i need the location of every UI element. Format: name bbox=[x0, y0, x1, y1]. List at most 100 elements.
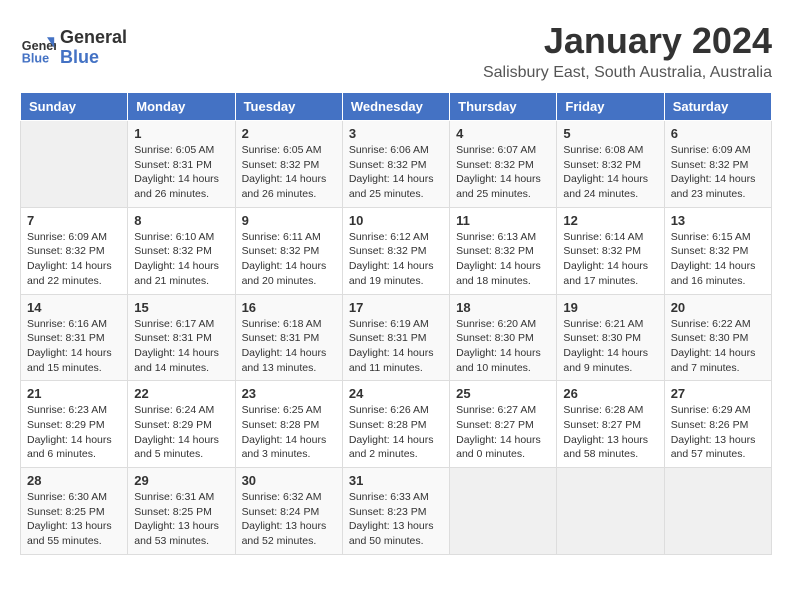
calendar-cell: 22 Sunrise: 6:24 AM Sunset: 8:29 PM Dayli… bbox=[128, 381, 235, 468]
month-title: January 2024 bbox=[483, 20, 772, 62]
header: General Blue General Blue January 2024 S… bbox=[20, 20, 772, 82]
day-content: Sunrise: 6:30 AM Sunset: 8:25 PM Dayligh… bbox=[27, 490, 121, 549]
day-content: Sunrise: 6:24 AM Sunset: 8:29 PM Dayligh… bbox=[134, 403, 228, 462]
day-content: Sunrise: 6:07 AM Sunset: 8:32 PM Dayligh… bbox=[456, 143, 550, 202]
day-number: 19 bbox=[563, 300, 657, 315]
calendar-cell: 29Sunrise: 6:31 AM Sunset: 8:25 PM Dayli… bbox=[128, 468, 235, 555]
calendar-cell: 6 Sunrise: 6:09 AM Sunset: 8:32 PM Daylig… bbox=[664, 121, 771, 208]
calendar-week-row: 21 Sunrise: 6:23 AM Sunset: 8:29 PM Dayli… bbox=[21, 381, 772, 468]
svg-text:Blue: Blue bbox=[22, 51, 49, 65]
day-number: 11 bbox=[456, 213, 550, 228]
day-number: 13 bbox=[671, 213, 765, 228]
day-number: 25 bbox=[456, 386, 550, 401]
day-content: Sunrise: 6:28 AM Sunset: 8:27 PM Dayligh… bbox=[563, 403, 657, 462]
day-content: Sunrise: 6:08 AM Sunset: 8:32 PM Dayligh… bbox=[563, 143, 657, 202]
calendar-table: SundayMondayTuesdayWednesdayThursdayFrid… bbox=[20, 92, 772, 555]
day-number: 2 bbox=[242, 126, 336, 141]
logo-text: General Blue bbox=[60, 28, 127, 68]
calendar-cell: 12 Sunrise: 6:14 AM Sunset: 8:32 PM Dayli… bbox=[557, 207, 664, 294]
calendar-cell: 15Sunrise: 6:17 AM Sunset: 8:31 PM Dayli… bbox=[128, 294, 235, 381]
day-content: Sunrise: 6:32 AM Sunset: 8:24 PM Dayligh… bbox=[242, 490, 336, 549]
calendar-cell: 13 Sunrise: 6:15 AM Sunset: 8:32 PM Dayli… bbox=[664, 207, 771, 294]
calendar-cell: 3 Sunrise: 6:06 AM Sunset: 8:32 PM Daylig… bbox=[342, 121, 449, 208]
calendar-cell bbox=[21, 121, 128, 208]
day-number: 5 bbox=[563, 126, 657, 141]
day-number: 9 bbox=[242, 213, 336, 228]
calendar-header: SundayMondayTuesdayWednesdayThursdayFrid… bbox=[21, 93, 772, 121]
day-content: Sunrise: 6:33 AM Sunset: 8:23 PM Dayligh… bbox=[349, 490, 443, 549]
day-content: Sunrise: 6:20 AM Sunset: 8:30 PM Dayligh… bbox=[456, 317, 550, 376]
day-number: 15 bbox=[134, 300, 228, 315]
calendar-cell: 5 Sunrise: 6:08 AM Sunset: 8:32 PM Daylig… bbox=[557, 121, 664, 208]
day-number: 29 bbox=[134, 473, 228, 488]
day-content: Sunrise: 6:14 AM Sunset: 8:32 PM Dayligh… bbox=[563, 230, 657, 289]
calendar-cell: 16Sunrise: 6:18 AM Sunset: 8:31 PM Dayli… bbox=[235, 294, 342, 381]
calendar-cell: 9Sunrise: 6:11 AM Sunset: 8:32 PM Daylig… bbox=[235, 207, 342, 294]
logo-icon: General Blue bbox=[20, 30, 56, 66]
weekday-header-monday: Monday bbox=[128, 93, 235, 121]
day-content: Sunrise: 6:12 AM Sunset: 8:32 PM Dayligh… bbox=[349, 230, 443, 289]
weekday-header-friday: Friday bbox=[557, 93, 664, 121]
calendar-cell bbox=[664, 468, 771, 555]
weekday-header-saturday: Saturday bbox=[664, 93, 771, 121]
day-number: 4 bbox=[456, 126, 550, 141]
calendar-cell: 24 Sunrise: 6:26 AM Sunset: 8:28 PM Dayli… bbox=[342, 381, 449, 468]
day-content: Sunrise: 6:16 AM Sunset: 8:31 PM Dayligh… bbox=[27, 317, 121, 376]
weekday-header-sunday: Sunday bbox=[21, 93, 128, 121]
calendar-cell: 10 Sunrise: 6:12 AM Sunset: 8:32 PM Dayli… bbox=[342, 207, 449, 294]
day-number: 22 bbox=[134, 386, 228, 401]
day-content: Sunrise: 6:22 AM Sunset: 8:30 PM Dayligh… bbox=[671, 317, 765, 376]
day-number: 26 bbox=[563, 386, 657, 401]
day-number: 1 bbox=[134, 126, 228, 141]
weekday-header-tuesday: Tuesday bbox=[235, 93, 342, 121]
day-number: 20 bbox=[671, 300, 765, 315]
day-content: Sunrise: 6:23 AM Sunset: 8:29 PM Dayligh… bbox=[27, 403, 121, 462]
day-content: Sunrise: 6:09 AM Sunset: 8:32 PM Dayligh… bbox=[27, 230, 121, 289]
calendar-cell: 20 Sunrise: 6:22 AM Sunset: 8:30 PM Dayli… bbox=[664, 294, 771, 381]
day-content: Sunrise: 6:19 AM Sunset: 8:31 PM Dayligh… bbox=[349, 317, 443, 376]
day-content: Sunrise: 6:13 AM Sunset: 8:32 PM Dayligh… bbox=[456, 230, 550, 289]
day-number: 21 bbox=[27, 386, 121, 401]
calendar-cell: 7Sunrise: 6:09 AM Sunset: 8:32 PM Daylig… bbox=[21, 207, 128, 294]
day-content: Sunrise: 6:26 AM Sunset: 8:28 PM Dayligh… bbox=[349, 403, 443, 462]
weekday-header-thursday: Thursday bbox=[450, 93, 557, 121]
day-content: Sunrise: 6:09 AM Sunset: 8:32 PM Dayligh… bbox=[671, 143, 765, 202]
day-number: 23 bbox=[242, 386, 336, 401]
day-number: 30 bbox=[242, 473, 336, 488]
weekday-header-row: SundayMondayTuesdayWednesdayThursdayFrid… bbox=[21, 93, 772, 121]
calendar-cell: 14 Sunrise: 6:16 AM Sunset: 8:31 PM Dayli… bbox=[21, 294, 128, 381]
day-number: 14 bbox=[27, 300, 121, 315]
calendar-cell: 25 Sunrise: 6:27 AM Sunset: 8:27 PM Dayli… bbox=[450, 381, 557, 468]
day-number: 3 bbox=[349, 126, 443, 141]
calendar-cell: 19Sunrise: 6:21 AM Sunset: 8:30 PM Dayli… bbox=[557, 294, 664, 381]
day-number: 24 bbox=[349, 386, 443, 401]
weekday-header-wednesday: Wednesday bbox=[342, 93, 449, 121]
calendar-cell: 30 Sunrise: 6:32 AM Sunset: 8:24 PM Dayli… bbox=[235, 468, 342, 555]
day-number: 31 bbox=[349, 473, 443, 488]
calendar-cell: 8Sunrise: 6:10 AM Sunset: 8:32 PM Daylig… bbox=[128, 207, 235, 294]
logo-line2: Blue bbox=[60, 48, 127, 68]
calendar-cell: 28 Sunrise: 6:30 AM Sunset: 8:25 PM Dayli… bbox=[21, 468, 128, 555]
calendar-cell: 18 Sunrise: 6:20 AM Sunset: 8:30 PM Dayli… bbox=[450, 294, 557, 381]
calendar-cell: 27Sunrise: 6:29 AM Sunset: 8:26 PM Dayli… bbox=[664, 381, 771, 468]
day-content: Sunrise: 6:06 AM Sunset: 8:32 PM Dayligh… bbox=[349, 143, 443, 202]
calendar-cell: 11 Sunrise: 6:13 AM Sunset: 8:32 PM Dayli… bbox=[450, 207, 557, 294]
day-number: 10 bbox=[349, 213, 443, 228]
day-content: Sunrise: 6:05 AM Sunset: 8:31 PM Dayligh… bbox=[134, 143, 228, 202]
calendar-week-row: 7Sunrise: 6:09 AM Sunset: 8:32 PM Daylig… bbox=[21, 207, 772, 294]
day-content: Sunrise: 6:10 AM Sunset: 8:32 PM Dayligh… bbox=[134, 230, 228, 289]
day-number: 28 bbox=[27, 473, 121, 488]
logo-line1: General bbox=[60, 28, 127, 48]
day-number: 18 bbox=[456, 300, 550, 315]
calendar-week-row: 14 Sunrise: 6:16 AM Sunset: 8:31 PM Dayli… bbox=[21, 294, 772, 381]
calendar-cell: 21 Sunrise: 6:23 AM Sunset: 8:29 PM Dayli… bbox=[21, 381, 128, 468]
day-content: Sunrise: 6:18 AM Sunset: 8:31 PM Dayligh… bbox=[242, 317, 336, 376]
calendar-week-row: 28 Sunrise: 6:30 AM Sunset: 8:25 PM Dayli… bbox=[21, 468, 772, 555]
day-number: 12 bbox=[563, 213, 657, 228]
day-content: Sunrise: 6:27 AM Sunset: 8:27 PM Dayligh… bbox=[456, 403, 550, 462]
day-content: Sunrise: 6:15 AM Sunset: 8:32 PM Dayligh… bbox=[671, 230, 765, 289]
day-number: 6 bbox=[671, 126, 765, 141]
calendar-cell: 26 Sunrise: 6:28 AM Sunset: 8:27 PM Dayli… bbox=[557, 381, 664, 468]
calendar-cell bbox=[557, 468, 664, 555]
calendar-cell: 4 Sunrise: 6:07 AM Sunset: 8:32 PM Daylig… bbox=[450, 121, 557, 208]
